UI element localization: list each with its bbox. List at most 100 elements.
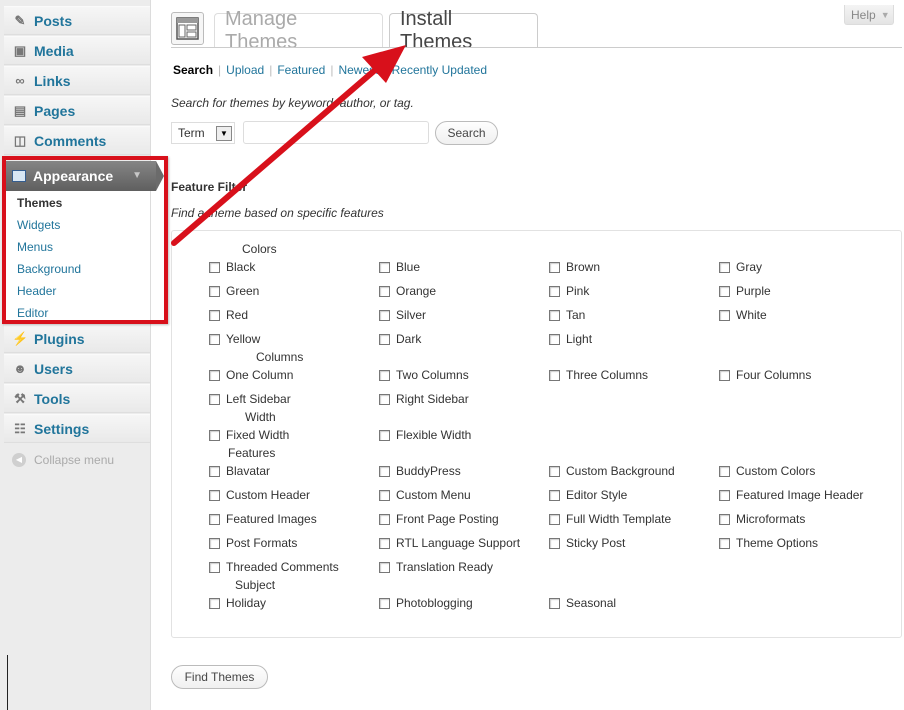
- collapse-menu[interactable]: ◀ Collapse menu: [12, 453, 114, 467]
- checkbox-square[interactable]: [209, 369, 220, 381]
- checkbox-square[interactable]: [379, 333, 390, 345]
- filter-checkbox[interactable]: White: [719, 308, 767, 322]
- checkbox-square[interactable]: [209, 429, 220, 441]
- filter-checkbox[interactable]: Pink: [549, 284, 589, 298]
- checkbox-square[interactable]: [379, 309, 390, 321]
- filter-checkbox[interactable]: One Column: [209, 368, 293, 382]
- checkbox-square[interactable]: [719, 489, 730, 501]
- filter-checkbox[interactable]: Fixed Width: [209, 428, 289, 442]
- filter-checkbox[interactable]: Theme Options: [719, 536, 818, 550]
- filter-checkbox[interactable]: RTL Language Support: [379, 536, 520, 550]
- checkbox-square[interactable]: [379, 261, 390, 273]
- filter-checkbox[interactable]: Custom Colors: [719, 464, 815, 478]
- filter-checkbox[interactable]: Gray: [719, 260, 762, 274]
- checkbox-square[interactable]: [719, 369, 730, 381]
- filter-checkbox[interactable]: Blavatar: [209, 464, 270, 478]
- checkbox-square[interactable]: [379, 561, 390, 573]
- checkbox-square[interactable]: [379, 513, 390, 525]
- checkbox-square[interactable]: [209, 561, 220, 573]
- menu-item-users[interactable]: ☻ Users: [4, 354, 150, 383]
- menu-item-tools[interactable]: ⚒ Tools: [4, 384, 150, 413]
- checkbox-square[interactable]: [379, 537, 390, 549]
- filter-checkbox[interactable]: Yellow: [209, 332, 260, 346]
- menu-item-settings[interactable]: ☷ Settings: [4, 414, 150, 443]
- filter-checkbox[interactable]: Featured Images: [209, 512, 317, 526]
- filter-checkbox[interactable]: Blue: [379, 260, 420, 274]
- filter-checkbox[interactable]: Left Sidebar: [209, 392, 291, 406]
- checkbox-square[interactable]: [209, 261, 220, 273]
- checkbox-square[interactable]: [549, 261, 560, 273]
- filter-checkbox[interactable]: Black: [209, 260, 255, 274]
- checkbox-square[interactable]: [209, 489, 220, 501]
- filter-checkbox[interactable]: Light: [549, 332, 592, 346]
- checkbox-square[interactable]: [549, 369, 560, 381]
- filter-checkbox[interactable]: Custom Background: [549, 464, 675, 478]
- checkbox-square[interactable]: [379, 465, 390, 477]
- checkbox-square[interactable]: [209, 285, 220, 297]
- filter-checkbox[interactable]: Four Columns: [719, 368, 811, 382]
- menu-item-comments[interactable]: ◫ Comments: [4, 126, 150, 155]
- checkbox-square[interactable]: [549, 513, 560, 525]
- menu-item-links[interactable]: ∞ Links: [4, 66, 150, 95]
- checkbox-square[interactable]: [549, 285, 560, 297]
- filter-checkbox[interactable]: Front Page Posting: [379, 512, 499, 526]
- checkbox-square[interactable]: [379, 393, 390, 405]
- filter-checkbox[interactable]: Brown: [549, 260, 600, 274]
- checkbox-square[interactable]: [549, 333, 560, 345]
- tab-manage-themes[interactable]: Manage Themes: [214, 8, 383, 53]
- checkbox-square[interactable]: [209, 393, 220, 405]
- menu-item-posts[interactable]: ✎ Posts: [4, 6, 150, 35]
- filter-checkbox[interactable]: Custom Header: [209, 488, 310, 502]
- filter-checkbox[interactable]: Flexible Width: [379, 428, 471, 442]
- subnav-search[interactable]: Search: [173, 63, 213, 77]
- subnav-upload[interactable]: Upload: [226, 63, 264, 77]
- checkbox-square[interactable]: [719, 465, 730, 477]
- checkbox-square[interactable]: [549, 537, 560, 549]
- filter-checkbox[interactable]: Seasonal: [549, 596, 616, 610]
- filter-checkbox[interactable]: Featured Image Header: [719, 488, 863, 502]
- checkbox-square[interactable]: [379, 369, 390, 381]
- filter-checkbox[interactable]: BuddyPress: [379, 464, 461, 478]
- filter-checkbox[interactable]: Red: [209, 308, 248, 322]
- checkbox-square[interactable]: [209, 597, 220, 609]
- filter-checkbox[interactable]: Full Width Template: [549, 512, 671, 526]
- subnav-newest[interactable]: Newest: [338, 63, 378, 77]
- subnav-featured[interactable]: Featured: [277, 63, 325, 77]
- subnav-recently-updated[interactable]: Recently Updated: [392, 63, 487, 77]
- filter-checkbox[interactable]: Orange: [379, 284, 436, 298]
- search-input[interactable]: [243, 121, 429, 144]
- filter-checkbox[interactable]: Post Formats: [209, 536, 297, 550]
- filter-checkbox[interactable]: Custom Menu: [379, 488, 471, 502]
- filter-checkbox[interactable]: Sticky Post: [549, 536, 625, 550]
- checkbox-square[interactable]: [209, 333, 220, 345]
- filter-checkbox[interactable]: Editor Style: [549, 488, 627, 502]
- checkbox-square[interactable]: [209, 309, 220, 321]
- filter-checkbox[interactable]: Two Columns: [379, 368, 469, 382]
- checkbox-square[interactable]: [719, 513, 730, 525]
- checkbox-square[interactable]: [379, 489, 390, 501]
- checkbox-square[interactable]: [379, 597, 390, 609]
- checkbox-square[interactable]: [719, 285, 730, 297]
- filter-checkbox[interactable]: Purple: [719, 284, 771, 298]
- filter-checkbox[interactable]: Three Columns: [549, 368, 648, 382]
- menu-item-plugins[interactable]: ⚡ Plugins: [4, 324, 150, 353]
- checkbox-square[interactable]: [209, 537, 220, 549]
- filter-checkbox[interactable]: Silver: [379, 308, 426, 322]
- checkbox-square[interactable]: [209, 465, 220, 477]
- checkbox-square[interactable]: [719, 537, 730, 549]
- checkbox-square[interactable]: [719, 309, 730, 321]
- filter-checkbox[interactable]: Holiday: [209, 596, 266, 610]
- search-type-select[interactable]: Term ▼: [171, 122, 235, 144]
- menu-item-pages[interactable]: ▤ Pages: [4, 96, 150, 125]
- checkbox-square[interactable]: [379, 285, 390, 297]
- tab-install-themes[interactable]: Install Themes: [389, 8, 538, 53]
- menu-item-media[interactable]: ▣ Media: [4, 36, 150, 65]
- filter-checkbox[interactable]: Microformats: [719, 512, 805, 526]
- checkbox-square[interactable]: [379, 429, 390, 441]
- filter-checkbox[interactable]: Green: [209, 284, 259, 298]
- checkbox-square[interactable]: [549, 465, 560, 477]
- filter-checkbox[interactable]: Photoblogging: [379, 596, 473, 610]
- filter-checkbox[interactable]: Dark: [379, 332, 421, 346]
- filter-checkbox[interactable]: Right Sidebar: [379, 392, 469, 406]
- checkbox-square[interactable]: [549, 597, 560, 609]
